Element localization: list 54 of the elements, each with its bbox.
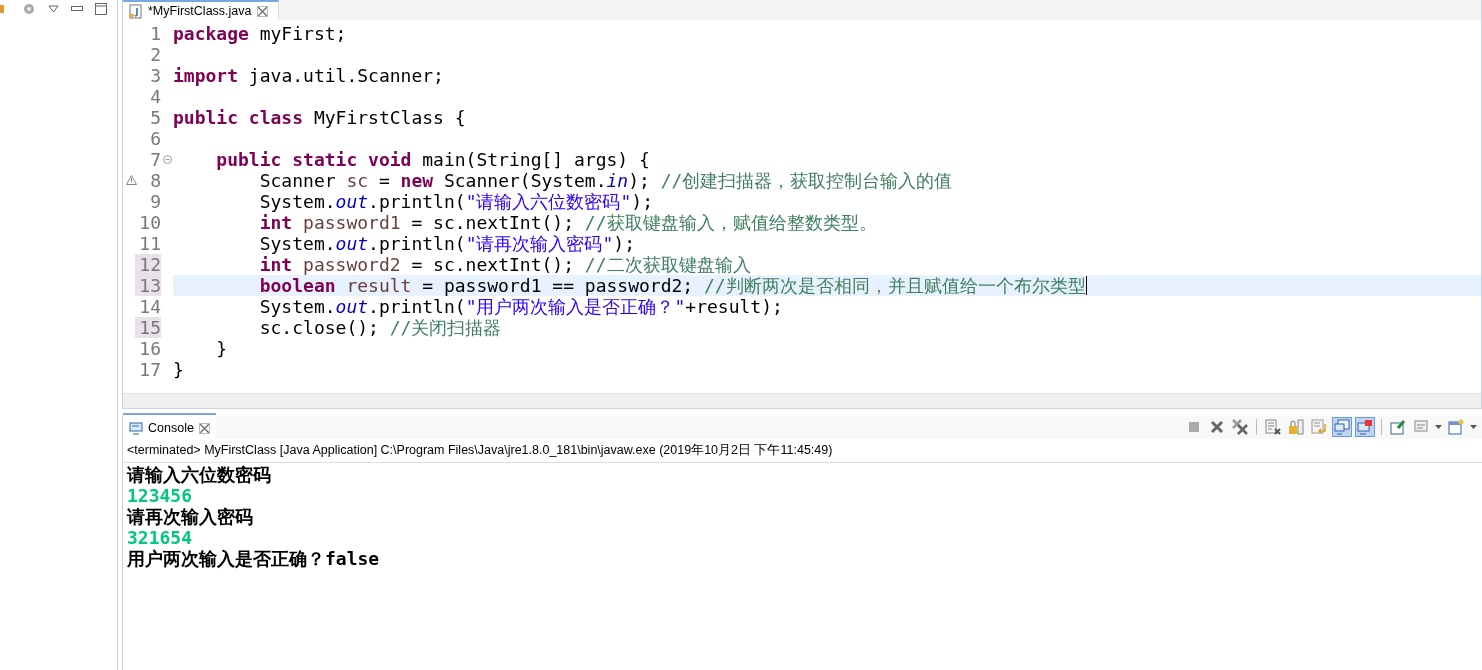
maximize-icon[interactable] — [95, 3, 107, 15]
monitor-error-icon[interactable] — [1355, 417, 1375, 437]
line-number: 14 — [138, 296, 161, 317]
horizontal-scrollbar[interactable] — [123, 393, 1481, 408]
line-number: 16 — [138, 338, 161, 359]
console-status-line: <terminated> MyFirstClass [Java Application] C:\Program Files\Java\jre1.8.0_181\bin\javaw.exe (2019年10月2日 下午11:45:49) — [123, 439, 1482, 463]
code-line: } — [173, 359, 184, 380]
clear-console-icon[interactable] — [1263, 417, 1283, 437]
monitor-icon[interactable] — [1332, 417, 1352, 437]
minimize-icon[interactable] — [71, 6, 83, 12]
console-output-line: 123456 — [127, 485, 194, 506]
view-menu-icon[interactable] — [48, 5, 59, 13]
console-tab[interactable]: Console — [123, 413, 216, 441]
pin-icon[interactable] — [1388, 417, 1408, 437]
line-number: 10 — [138, 212, 161, 233]
remove-all-icon[interactable] — [1230, 417, 1250, 437]
monitor-icon — [129, 421, 143, 435]
line-number: 9 — [149, 191, 161, 212]
line-number: 8 — [149, 170, 161, 191]
code-line: import java.util.Scanner; — [173, 65, 444, 86]
line-number: 11 — [138, 233, 161, 254]
java-file-icon — [129, 3, 143, 19]
code-line: } — [215, 338, 228, 359]
new-window-icon[interactable] — [1446, 417, 1466, 437]
console-output-line: 请再次输入密码 — [127, 506, 254, 527]
code-line: package myFirst; — [173, 23, 347, 44]
line-number: 1 — [149, 23, 161, 44]
code-line: int password2 = sc.nextInt(); //二次获取键盘输入 — [258, 254, 751, 275]
line-number: 12 — [135, 254, 161, 275]
code-line: int password1 = sc.nextInt(); //获取键盘输入，赋值给整数类型。 — [258, 212, 877, 233]
collapse-icon[interactable] — [163, 155, 172, 164]
line-number: 5 — [149, 107, 161, 128]
line-number: 13 — [135, 275, 161, 296]
code-line: System.out.println("请再次输入密码"); — [258, 233, 635, 254]
gear-icon[interactable] — [22, 2, 36, 16]
line-number: 17 — [138, 359, 161, 380]
line-number: 7 — [149, 149, 161, 170]
close-icon[interactable] — [256, 5, 268, 17]
code-line: System.out.println("请输入六位数密码"); — [258, 191, 653, 212]
code-line: Scanner sc = new Scanner(System.in); //创建扫描器，获取控制台输入的值 — [258, 170, 953, 191]
console-output-line: 用户两次输入是否正确？false — [127, 548, 381, 569]
code-line: public class MyFirstClass { — [173, 107, 466, 128]
code-line: public static void main(String[] args) { — [215, 149, 650, 170]
line-number: 2 — [149, 44, 161, 65]
close-icon[interactable] — [198, 422, 210, 434]
console-output-line: 请输入六位数密码 — [127, 464, 272, 485]
line-number: 15 — [135, 317, 161, 338]
code-line: sc.close(); //关闭扫描器 — [258, 317, 502, 338]
line-number: 6 — [149, 128, 161, 149]
line-number: 3 — [149, 65, 161, 86]
editor-tab[interactable]: *MyFirstClass.java — [123, 0, 279, 20]
line-number: 4 — [149, 86, 161, 107]
console-output-line: 321654 — [127, 527, 194, 548]
code-line: System.out.println("用户两次输入是否正确？"+result); — [258, 296, 783, 317]
